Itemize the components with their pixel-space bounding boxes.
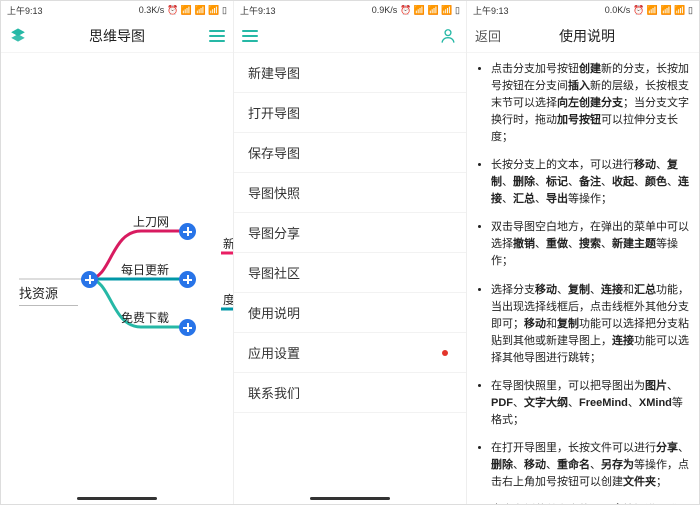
status-time: 上午9:13 <box>473 4 509 17</box>
add-node-icon[interactable] <box>179 223 196 240</box>
help-list: 点击分支加号按钮创建新的分支，长按加号按钮在分支间插入新的层级，长按根支末节可以… <box>473 61 689 504</box>
header: 返回 使用说明 <box>467 19 699 53</box>
app-logo-icon[interactable] <box>9 27 27 45</box>
menu-item[interactable]: 导图分享 <box>234 213 466 253</box>
panel-mindmap: 上午9:13 0.3K/s ⏰ 📶 📶 📶 ▯ 思维导图 <box>1 1 234 504</box>
panel-menu: 上午9:13 0.9K/s ⏰ 📶 📶 📶 ▯ 新建导图打开导图保存导图导图快照… <box>234 1 467 504</box>
menu-item[interactable]: 打开导图 <box>234 93 466 133</box>
menu-item[interactable]: 导图社区 <box>234 253 466 293</box>
header: 思维导图 <box>1 19 233 53</box>
panel-help: 上午9:13 0.0K/s ⏰ 📶 📶 📶 ▯ 返回 使用说明 点击分支加号按钮… <box>467 1 699 504</box>
add-node-icon[interactable] <box>81 271 98 288</box>
status-net: 0.3K/s <box>139 5 165 15</box>
status-time: 上午9:13 <box>7 4 43 17</box>
user-sync-icon[interactable] <box>438 26 458 46</box>
back-button[interactable]: 返回 <box>475 26 501 45</box>
help-content[interactable]: 点击分支加号按钮创建新的分支，长按加号按钮在分支间插入新的层级，长按根支末节可以… <box>467 53 699 504</box>
status-bar: 上午9:13 0.3K/s ⏰ 📶 📶 📶 ▯ <box>1 1 233 19</box>
help-item: 长按分支上的文本，可以进行移动、复制、删除、标记、备注、收起、颜色、连接、汇总、… <box>491 157 689 208</box>
status-icons: ⏰ 📶 📶 📶 ▯ <box>400 5 460 16</box>
status-bar: 上午9:13 0.0K/s ⏰ 📶 📶 📶 ▯ <box>467 1 699 19</box>
status-net: 0.0K/s <box>605 5 631 15</box>
menu-list: 新建导图打开导图保存导图导图快照导图分享导图社区使用说明应用设置联系我们 <box>234 53 466 504</box>
add-node-icon[interactable] <box>179 271 196 288</box>
menu-icon[interactable] <box>209 30 225 42</box>
menu-item[interactable]: 新建导图 <box>234 53 466 93</box>
menu-icon[interactable] <box>242 30 258 42</box>
menu-item[interactable]: 保存导图 <box>234 133 466 173</box>
menu-item[interactable]: 应用设置 <box>234 333 466 373</box>
help-item: 点击分支加号按钮创建新的分支，长按加号按钮在分支间插入新的层级，长按根支末节可以… <box>491 61 689 146</box>
status-bar: 上午9:13 0.9K/s ⏰ 📶 📶 📶 ▯ <box>234 1 466 19</box>
home-indicator <box>310 497 390 500</box>
page-title: 使用说明 <box>519 26 655 46</box>
help-item: 双击导图空白地方，在弹出的菜单中可以选择撤销、重做、搜索、新建主题等操作； <box>491 219 689 270</box>
page-title: 思维导图 <box>45 26 189 46</box>
mindmap-root-node[interactable]: 找资源 <box>19 283 58 302</box>
home-indicator <box>77 497 157 500</box>
menu-item[interactable]: 使用说明 <box>234 293 466 333</box>
help-item: 在打开导图里，长按文件可以进行分享、删除、移动、重命名、另存为等操作，点击右上角… <box>491 440 689 491</box>
help-item: 点击右侧菜单上方的云同步按钮进入登录，可以使用我们的云服务同步和下载文件；欢迎登… <box>491 502 689 504</box>
help-item: 在导图快照里，可以把导图出为图片、PDF、文字大纲、FreeMind、XMind… <box>491 378 689 429</box>
status-icons: ⏰ 📶 📶 📶 ▯ <box>633 5 693 16</box>
mindmap-branch[interactable]: 每日更新 <box>121 261 169 278</box>
mindmap-branch[interactable]: 上刀网 <box>133 213 169 230</box>
mindmap-branch[interactable]: 度 <box>223 291 234 308</box>
status-icons: ⏰ 📶 📶 📶 ▯ <box>167 5 227 16</box>
mindmap-canvas[interactable]: 找资源 上刀网 每日更新 免费下载 新 度 <box>1 53 233 504</box>
notification-dot <box>442 350 448 356</box>
status-time: 上午9:13 <box>240 4 276 17</box>
mindmap-branch[interactable]: 免费下载 <box>121 309 169 326</box>
header <box>234 19 466 53</box>
menu-item[interactable]: 联系我们 <box>234 373 466 413</box>
help-item: 选择分支移动、复制、连接和汇总功能，当出现选择线框后，点击线框外其他分支即可；移… <box>491 282 689 367</box>
mindmap-branch[interactable]: 新 <box>223 235 234 252</box>
status-net: 0.9K/s <box>372 5 398 15</box>
menu-item[interactable]: 导图快照 <box>234 173 466 213</box>
add-node-icon[interactable] <box>179 319 196 336</box>
